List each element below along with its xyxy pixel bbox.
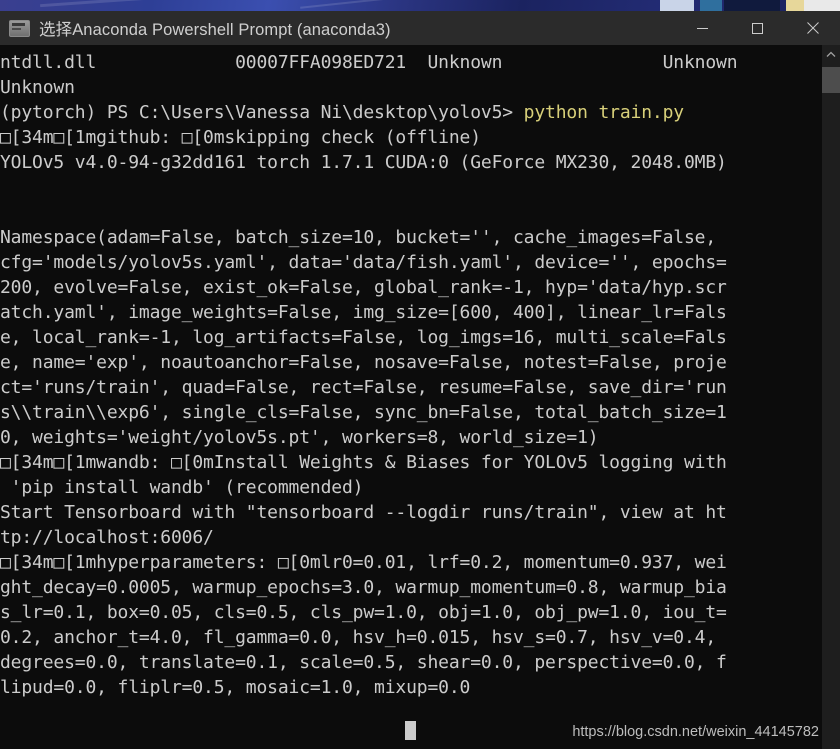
scroll-up-button[interactable]: [822, 45, 840, 63]
taskbar-thumbnail[interactable]: [786, 0, 804, 11]
close-button[interactable]: [785, 11, 840, 45]
screenshot-root: 选择Anaconda Powershell Prompt (anaconda3): [0, 0, 840, 749]
maximize-icon: [752, 22, 763, 34]
close-icon: [806, 22, 819, 34]
console-text: ntdll.dll 00007FFA098ED721 Unknown Unkno…: [0, 52, 738, 698]
desktop-wallpaper: [0, 0, 840, 11]
console-output-area[interactable]: ntdll.dll 00007FFA098ED721 Unknown Unkno…: [0, 45, 840, 749]
taskbar-thumbnail[interactable]: [660, 0, 694, 11]
text-cursor: [405, 721, 416, 740]
wallpaper-streak: [300, 0, 390, 9]
chevron-up-icon: [826, 51, 836, 57]
wallpaper-streak: [40, 0, 160, 8]
console-scrollbar[interactable]: [822, 45, 840, 749]
minimize-button[interactable]: [675, 11, 730, 45]
minimize-icon: [697, 27, 708, 29]
scrollbar-thumb[interactable]: [822, 67, 840, 93]
taskbar-thumbnail[interactable]: [724, 0, 780, 11]
window-titlebar[interactable]: 选择Anaconda Powershell Prompt (anaconda3): [0, 11, 840, 45]
window-controls: [675, 11, 840, 45]
window-title: 选择Anaconda Powershell Prompt (anaconda3): [39, 21, 391, 39]
maximize-button[interactable]: [730, 11, 785, 45]
taskbar-thumbnail[interactable]: [700, 0, 722, 11]
console-icon: [9, 19, 30, 37]
watermark: https://blog.csdn.net/weixin_44145782: [572, 724, 819, 740]
console-window: 选择Anaconda Powershell Prompt (anaconda3): [0, 11, 840, 749]
taskbar-thumbnail[interactable]: [804, 0, 840, 11]
